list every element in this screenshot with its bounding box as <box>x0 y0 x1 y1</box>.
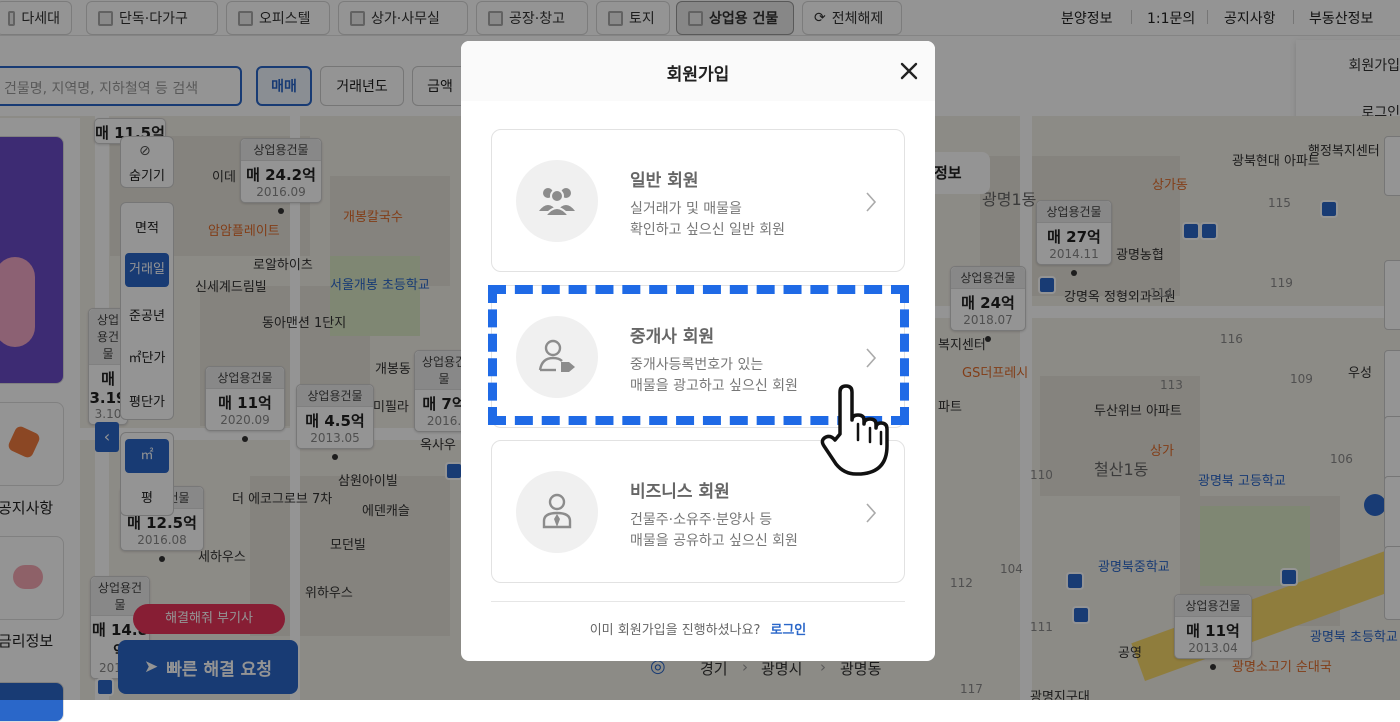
card-description: 매물을 공유하고 싶으신 회원 <box>630 533 798 549</box>
chevron-right-icon <box>866 192 877 212</box>
business-icon-circle <box>516 471 598 553</box>
modal-title: 회원가입 <box>666 65 730 85</box>
close-button[interactable] <box>897 59 921 83</box>
chevron-right-icon <box>866 503 877 523</box>
card-description: 실거래가 및 매물을 <box>630 201 742 217</box>
divider <box>491 601 905 602</box>
general-member-card[interactable]: 일반 회원 실거래가 및 매물을 확인하고 싶으신 일반 회원 <box>491 129 905 272</box>
card-description: 건물주·소유주·분양사 등 <box>630 512 773 528</box>
close-icon <box>900 62 918 80</box>
users-icon <box>539 188 575 217</box>
footer-text: 이미 회원가입을 진행하셨나요? <box>589 623 761 638</box>
card-title: 비즈니스 회원 <box>630 482 730 502</box>
login-link[interactable]: 로그인 <box>770 623 806 638</box>
business-user-icon <box>542 493 572 529</box>
pointer-hand-icon <box>820 384 889 476</box>
modal-footer: 이미 회원가입을 진행하셨나요? 로그인 <box>461 619 935 638</box>
users-icon-circle <box>516 160 598 242</box>
card-title: 일반 회원 <box>630 171 699 191</box>
card-description: 확인하고 싶으신 일반 회원 <box>630 222 786 238</box>
